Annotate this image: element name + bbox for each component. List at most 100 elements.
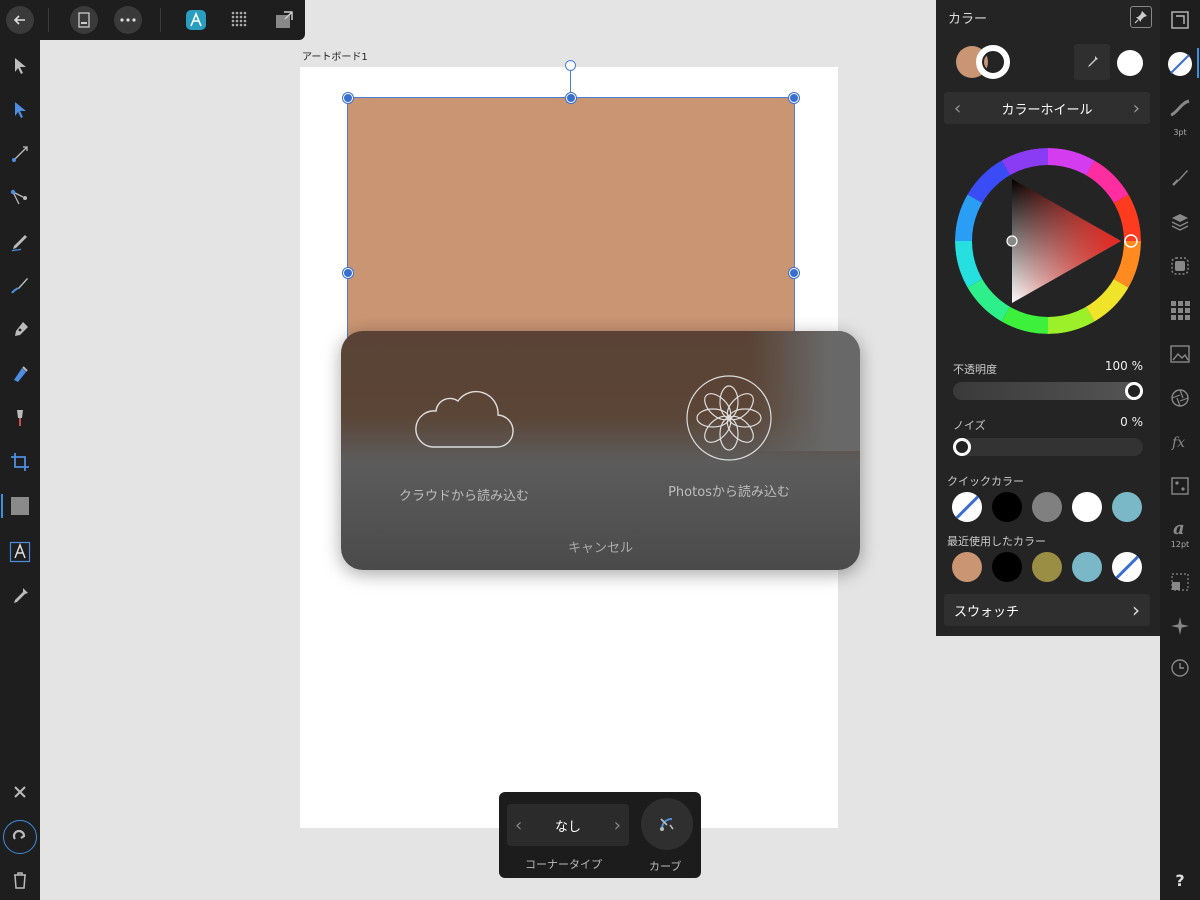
layers-studio-button[interactable]	[1166, 208, 1194, 236]
arrow-cursor-icon	[15, 58, 26, 74]
selection-handle[interactable]	[343, 93, 353, 103]
import-from-photos-label: Photosから読み込む	[668, 485, 790, 500]
noise-slider-knob[interactable]	[953, 438, 971, 456]
effects-studio-button[interactable]: fx	[1166, 428, 1194, 456]
pin-button[interactable]	[1130, 6, 1152, 28]
history-studio-button[interactable]	[1166, 654, 1194, 682]
recent-color-swatch[interactable]	[1032, 552, 1062, 582]
quick-colors-label: クイックカラー	[947, 475, 1024, 488]
picked-color-well[interactable]	[1117, 50, 1143, 76]
quick-color-swatch[interactable]	[952, 492, 982, 522]
color-studio-button[interactable]	[1166, 50, 1194, 78]
help-button[interactable]: ?	[1166, 866, 1194, 894]
recent-color-swatch[interactable]	[992, 552, 1022, 582]
export-persona-button[interactable]	[270, 6, 298, 34]
brush-icon	[1172, 170, 1188, 186]
fullscreen-button[interactable]	[1166, 6, 1194, 34]
swatches-button[interactable]: スウォッチ ›	[944, 594, 1150, 626]
stroke-curve-icon	[1170, 99, 1190, 117]
color-picker-tool[interactable]	[6, 582, 34, 610]
back-arrow-icon	[13, 15, 25, 25]
brushes-studio-button[interactable]	[1166, 164, 1194, 192]
snapping-button[interactable]	[3, 820, 37, 854]
selection-handle[interactable]	[566, 93, 576, 103]
color-wells	[936, 34, 1160, 90]
recent-color-swatch[interactable]	[952, 552, 982, 582]
corner-type-value: なし	[554, 819, 581, 835]
clock-icon	[1171, 659, 1189, 677]
opacity-slider[interactable]	[953, 382, 1143, 400]
stroke-studio-button[interactable]	[1166, 94, 1194, 122]
rotation-handle[interactable]	[565, 60, 576, 71]
vector-brush-tool[interactable]	[6, 272, 34, 300]
selection-handle[interactable]	[343, 268, 353, 278]
color-mode-label: カラーホイール	[1001, 102, 1093, 118]
top-toolbar	[0, 0, 305, 40]
image-icon	[1170, 345, 1190, 363]
eyedropper-icon	[14, 588, 28, 603]
crop-tool[interactable]	[6, 448, 34, 476]
recent-color-swatch[interactable]	[1072, 552, 1102, 582]
selection-handle[interactable]	[789, 268, 799, 278]
delete-button[interactable]	[6, 866, 34, 894]
character-studio-button[interactable]: a	[1166, 514, 1194, 542]
selected-rectangle[interactable]	[347, 97, 795, 351]
quick-color-swatch[interactable]	[1112, 492, 1142, 522]
constraints-studio-button[interactable]	[1166, 568, 1194, 596]
assets-studio-button[interactable]	[1166, 296, 1194, 324]
pencil-tool[interactable]	[6, 228, 34, 256]
swatches-studio-button[interactable]	[1166, 384, 1194, 412]
move-tool[interactable]	[6, 52, 34, 80]
transform-studio-button[interactable]	[1166, 472, 1194, 500]
pixel-persona-button[interactable]	[226, 6, 254, 34]
convert-to-curves-button[interactable]	[641, 798, 693, 850]
eyedropper-icon	[1088, 56, 1098, 67]
quick-color-swatch[interactable]	[1032, 492, 1062, 522]
chevron-right-icon[interactable]: ›	[1133, 98, 1140, 119]
import-from-cloud-button[interactable]: クラウドから読み込む	[344, 381, 584, 504]
photos-flower-icon	[686, 375, 772, 461]
selection-handle[interactable]	[789, 93, 799, 103]
document-icon	[78, 12, 90, 28]
stroke-well[interactable]	[976, 45, 1010, 79]
node-tool[interactable]	[6, 96, 34, 124]
opacity-slider-knob[interactable]	[1125, 382, 1143, 400]
appearance-studio-button[interactable]	[1166, 252, 1194, 280]
export-persona-icon	[276, 11, 293, 28]
recent-color-swatch[interactable]	[1112, 552, 1142, 582]
transparency-tool[interactable]	[6, 404, 34, 432]
pen-tool[interactable]	[6, 316, 34, 344]
compass-icon	[1171, 617, 1189, 635]
color-mode-selector[interactable]: ‹ カラーホイール ›	[944, 92, 1150, 124]
point-transform-icon	[12, 146, 28, 162]
corner-tool[interactable]	[6, 184, 34, 212]
quick-color-swatch[interactable]	[992, 492, 1022, 522]
navigator-studio-button[interactable]	[1166, 612, 1194, 640]
trash-icon	[14, 872, 26, 889]
document-button[interactable]	[70, 6, 98, 34]
chevron-left-icon[interactable]: ‹	[515, 815, 522, 836]
quick-color-swatch[interactable]	[1072, 492, 1102, 522]
import-from-photos-button[interactable]: Photosから読み込む	[609, 375, 849, 500]
color-wheel[interactable]	[953, 146, 1143, 336]
stock-studio-button[interactable]	[1166, 340, 1194, 368]
chevron-right-icon: ›	[1132, 598, 1140, 622]
layers-icon	[1171, 214, 1189, 231]
eyedropper-button[interactable]	[1074, 44, 1110, 80]
text-tool[interactable]	[6, 538, 34, 566]
close-button[interactable]	[6, 778, 34, 806]
chevron-right-icon[interactable]: ›	[614, 815, 621, 836]
corner-icon	[10, 189, 27, 205]
corner-type-selector[interactable]: ‹ なし ›	[507, 804, 629, 846]
rectangle-tool[interactable]	[1, 492, 34, 520]
color-panel: カラー ‹ カラーホイール › 不透明度 100 % ノイズ 0 % クイックカ…	[936, 0, 1160, 636]
chevron-left-icon[interactable]: ‹	[954, 98, 961, 119]
back-button[interactable]	[6, 6, 34, 34]
cancel-button[interactable]: キャンセル	[341, 537, 860, 556]
designer-persona-button[interactable]	[182, 6, 210, 34]
fill-tool[interactable]	[6, 360, 34, 388]
noise-slider[interactable]	[953, 438, 1143, 456]
more-button[interactable]	[114, 6, 142, 34]
import-image-popup: クラウドから読み込む Photosから読み込む キャンセル	[341, 331, 860, 570]
point-transform-tool[interactable]	[6, 140, 34, 168]
